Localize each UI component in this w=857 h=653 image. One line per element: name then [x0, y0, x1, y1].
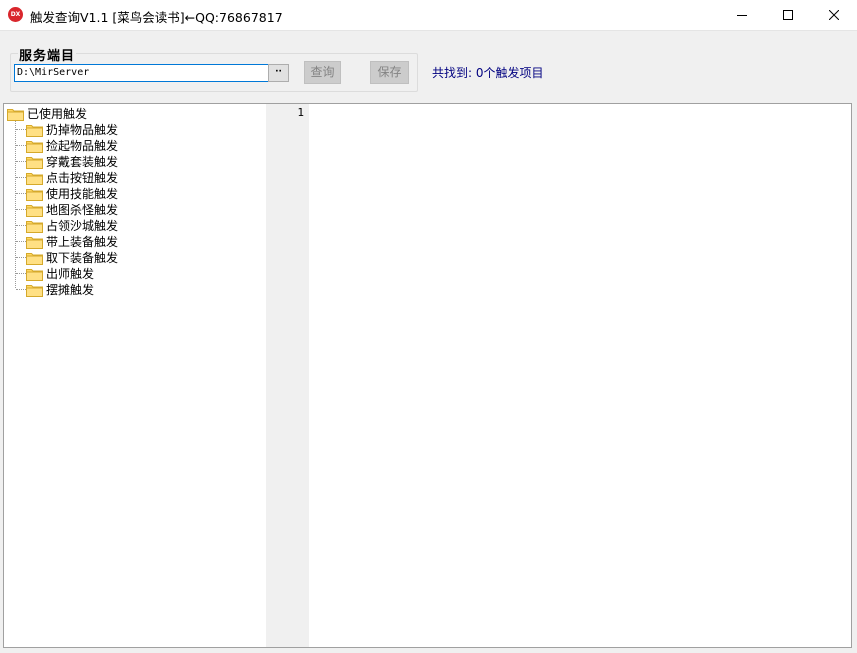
tree-branch: [16, 161, 26, 162]
minimize-button[interactable]: [719, 0, 765, 30]
window-title: 触发查询V1.1 [菜鸟会读书]←QQ:76867817: [30, 10, 283, 25]
query-button[interactable]: 查询: [304, 61, 341, 84]
folder-icon: [26, 188, 43, 201]
tree-branch: [16, 209, 26, 210]
folder-icon: [26, 220, 43, 233]
maximize-button[interactable]: [765, 0, 811, 30]
tree-item[interactable]: 使用技能触发: [26, 186, 118, 202]
tree-item-label: 使用技能触发: [46, 187, 119, 201]
found-count-label: 共找到: 0个触发项目: [432, 66, 544, 80]
tree-item[interactable]: 占领沙城触发: [26, 218, 118, 234]
tree-item-label: 带上装备触发: [46, 235, 119, 249]
tree-branch: [16, 257, 26, 258]
tree-item-label: 点击按钮触发: [46, 171, 119, 185]
folder-icon: [26, 252, 43, 265]
tree-item[interactable]: 摆摊触发: [26, 282, 94, 298]
tree-branch: [16, 129, 26, 130]
line-number: 1: [297, 106, 304, 119]
app-icon: DX: [8, 7, 23, 22]
tree-branch: [16, 289, 26, 290]
folder-icon: [26, 172, 43, 185]
browse-button[interactable]: ··: [268, 64, 289, 82]
folder-icon: [26, 268, 43, 281]
folder-icon: [26, 204, 43, 217]
line-number-gutter: 1: [266, 104, 309, 647]
tree-root[interactable]: 已使用触发: [7, 106, 87, 122]
title-bar: DX 触发查询V1.1 [菜鸟会读书]←QQ:76867817: [0, 0, 857, 30]
tree-item[interactable]: 地图杀怪触发: [26, 202, 118, 218]
tree-item-label: 穿戴套装触发: [46, 155, 119, 169]
tree-item[interactable]: 扔掉物品触发: [26, 122, 118, 138]
folder-icon: [26, 284, 43, 297]
tree-item[interactable]: 带上装备触发: [26, 234, 118, 250]
tree-item-label: 出师触发: [46, 267, 95, 281]
tree-item-label: 地图杀怪触发: [46, 203, 119, 217]
minimize-icon: [737, 15, 747, 16]
folder-icon: [26, 140, 43, 153]
close-button[interactable]: [811, 0, 857, 30]
maximize-icon: [783, 10, 793, 20]
trigger-tree[interactable]: 已使用触发 扔掉物品触发 捡起物品触发 穿戴套装触发 点击按钮触发 使用技能触发…: [3, 103, 266, 648]
tree-item[interactable]: 捡起物品触发: [26, 138, 118, 154]
tree-item-label: 摆摊触发: [46, 283, 95, 297]
tree-branch: [16, 225, 26, 226]
server-dir-label: 服务端目: [18, 45, 77, 64]
tree-item[interactable]: 点击按钮触发: [26, 170, 118, 186]
tree-branch: [16, 193, 26, 194]
tree-branch: [16, 177, 26, 178]
title-divider: [0, 30, 857, 31]
tree-item[interactable]: 穿戴套装触发: [26, 154, 118, 170]
tree-branch: [16, 145, 26, 146]
tree-item-label: 占领沙城触发: [46, 219, 119, 233]
tree-item-label: 扔掉物品触发: [46, 123, 119, 137]
tree-item[interactable]: 取下装备触发: [26, 250, 118, 266]
folder-icon: [26, 156, 43, 169]
tree-item-label: 捡起物品触发: [46, 139, 119, 153]
folder-icon: [26, 236, 43, 249]
close-icon: [829, 10, 839, 20]
save-button[interactable]: 保存: [370, 61, 409, 84]
tree-branch: [16, 241, 26, 242]
folder-icon: [7, 108, 24, 121]
tree-item-label: 取下装备触发: [46, 251, 119, 265]
tree-item[interactable]: 出师触发: [26, 266, 94, 282]
tree-branch: [16, 273, 26, 274]
server-path-input[interactable]: [14, 64, 270, 82]
folder-icon: [26, 124, 43, 137]
tree-root-label: 已使用触发: [27, 107, 88, 121]
script-editor[interactable]: 1: [266, 103, 852, 648]
